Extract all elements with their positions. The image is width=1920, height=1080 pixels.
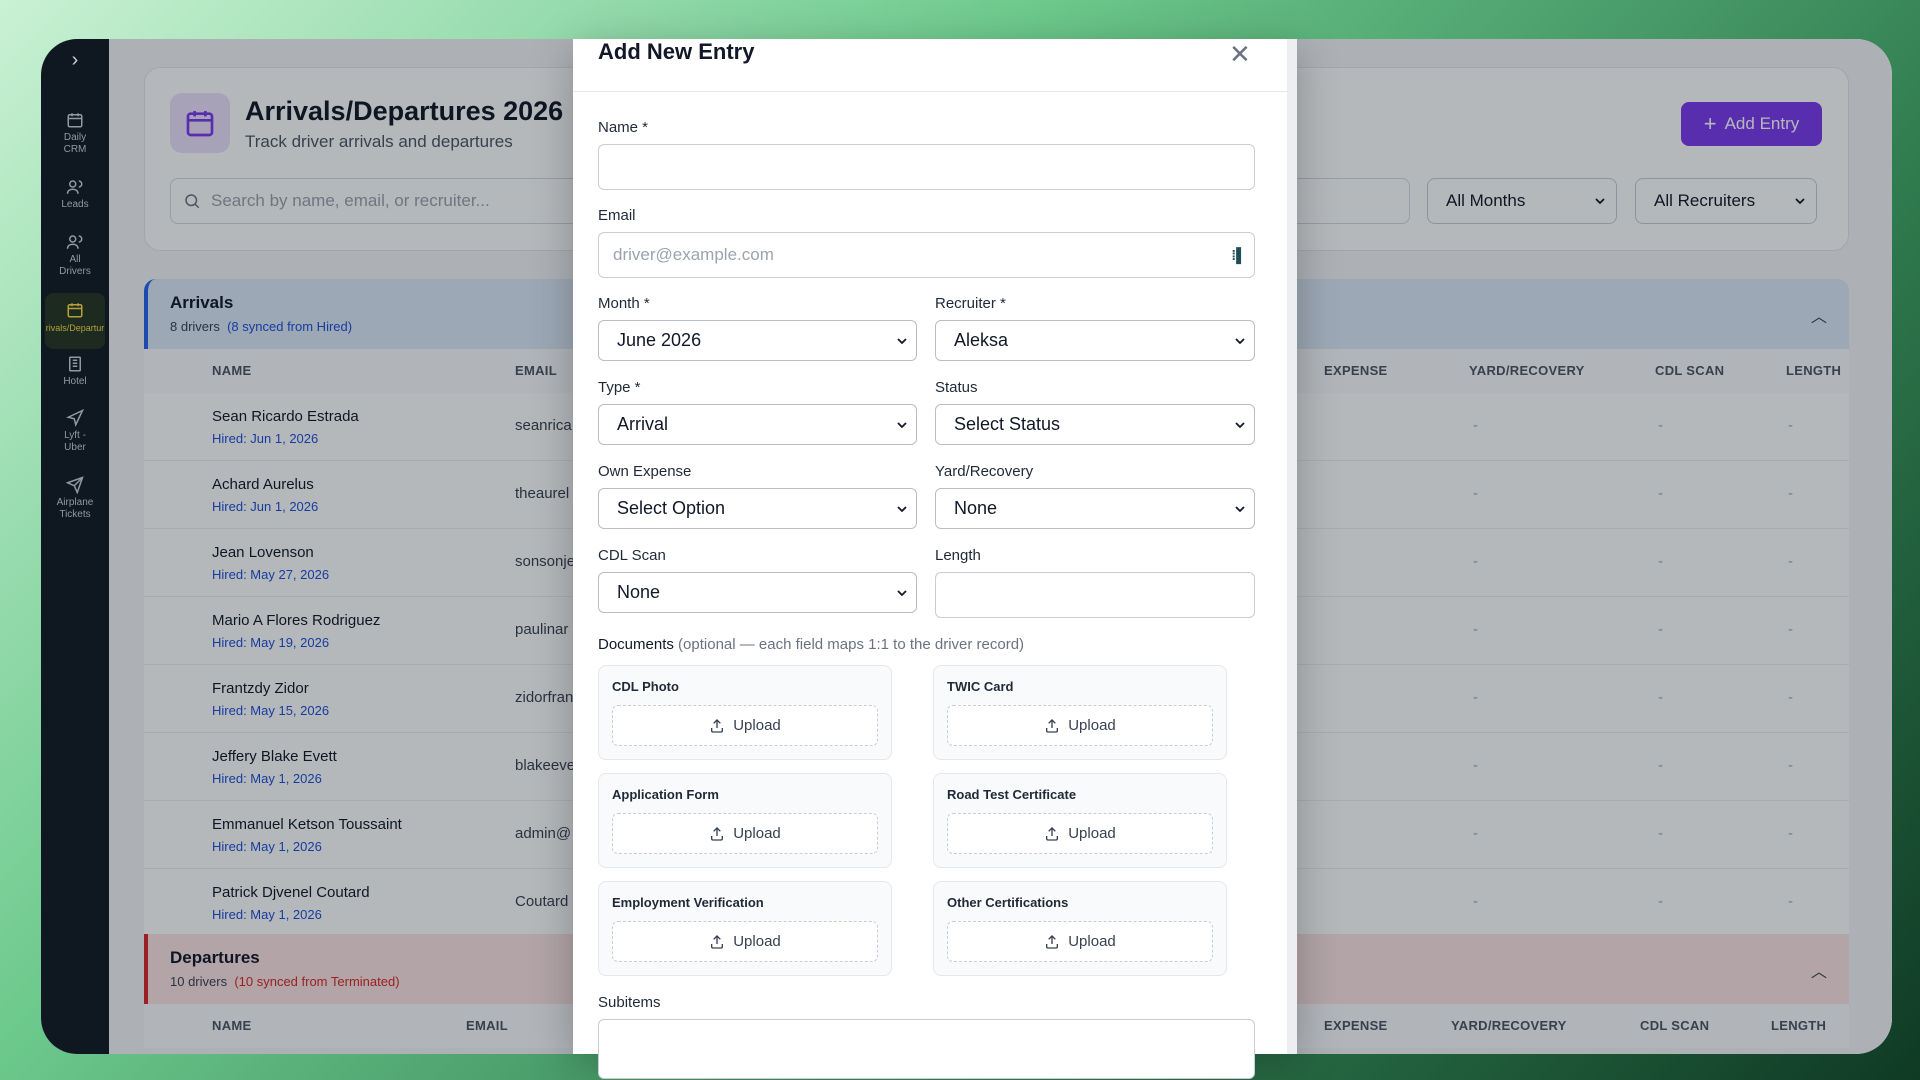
upload-icon [711, 934, 724, 949]
document-title: CDL Photo [612, 679, 679, 694]
upload-label: Upload [1068, 825, 1116, 842]
sidebar-item-label: rivals/Departur [45, 323, 105, 333]
documents-label: Documents [598, 636, 674, 653]
document-card: Application Form Upload [598, 773, 892, 868]
document-title: TWIC Card [947, 679, 1014, 694]
close-icon[interactable]: ✕ [1229, 39, 1251, 70]
subitems-field[interactable] [598, 1019, 1255, 1079]
document-title: Other Certifications [947, 895, 1069, 910]
upload-label: Upload [733, 933, 781, 950]
chevron-down-icon [897, 589, 907, 596]
modal-scrollbar[interactable] [1287, 39, 1297, 1054]
document-card: TWIC Card Upload [933, 665, 1227, 760]
cdl-scan-select[interactable]: None [598, 572, 917, 613]
status-select[interactable]: Select Status [935, 404, 1255, 445]
upload-icon [711, 718, 724, 733]
documents-heading: Documents (optional — each field maps 1:… [598, 636, 1024, 653]
navigation-icon [66, 409, 84, 427]
email-field[interactable]: driver@example.com ⁞▌ [598, 232, 1255, 278]
document-card: Road Test Certificate Upload [933, 773, 1227, 868]
chevron-down-icon [1235, 505, 1245, 512]
own-expense-value: Select Option [617, 498, 726, 518]
document-card: Other Certifications Upload [933, 881, 1227, 976]
own-expense-select[interactable]: Select Option [598, 488, 917, 529]
yard-recovery-value: None [954, 498, 998, 518]
sidebar-item-label: Daily CRM [63, 132, 87, 155]
sidebar-item-label: Hotel [63, 376, 87, 387]
upload-label: Upload [733, 825, 781, 842]
cdl-scan-value: None [617, 582, 661, 602]
sidebar-item-label: Leads [61, 199, 89, 210]
chevron-down-icon [897, 421, 907, 428]
sidebar-item-label: Lyft - Uber [64, 430, 86, 453]
recruiter-select[interactable]: Aleksa [935, 320, 1255, 361]
status-value: Select Status [954, 414, 1061, 434]
building-icon [69, 356, 81, 372]
sidebar: › Daily CRM Leads All Drivers rivals/Depar… [41, 39, 109, 1054]
sidebar-item-airplane-tickets[interactable]: Airplane Tickets [41, 476, 109, 521]
chevron-down-icon [897, 337, 907, 344]
sidebar-item-hotel[interactable]: Hotel [41, 355, 109, 388]
yard-recovery-label: Yard/Recovery [935, 463, 1034, 480]
recruiter-value: Aleksa [954, 330, 1009, 350]
month-value: June 2026 [617, 330, 702, 350]
modal-title: Add New Entry [598, 39, 755, 64]
upload-button[interactable]: Upload [612, 705, 878, 746]
document-title: Road Test Certificate [947, 787, 1077, 802]
upload-label: Upload [1068, 933, 1116, 950]
upload-button[interactable]: Upload [612, 921, 878, 962]
sidebar-item-leads[interactable]: Leads [41, 178, 109, 211]
yard-recovery-select[interactable]: None [935, 488, 1255, 529]
chevron-down-icon [897, 505, 907, 512]
document-title: Employment Verification [612, 895, 764, 910]
type-value: Arrival [617, 414, 669, 434]
password-manager-icon[interactable]: ⁞▌ [1231, 247, 1246, 263]
length-label: Length [935, 547, 981, 564]
email-label: Email [598, 207, 636, 224]
sidebar-item-all-drivers[interactable]: All Drivers [41, 233, 109, 278]
documents-note: (optional — each field maps 1:1 to the d… [678, 636, 1025, 653]
send-icon [66, 476, 84, 494]
subitems-label: Subitems [598, 994, 661, 1011]
upload-button[interactable]: Upload [947, 705, 1213, 746]
upload-label: Upload [1068, 717, 1116, 734]
sidebar-toggle-button[interactable]: › [41, 49, 109, 72]
type-select[interactable]: Arrival [598, 404, 917, 445]
name-field[interactable] [598, 144, 1255, 190]
users-icon [66, 180, 83, 194]
document-card: CDL Photo Upload [598, 665, 892, 760]
upload-icon [1046, 826, 1059, 841]
status-label: Status [935, 379, 978, 396]
upload-label: Upload [733, 717, 781, 734]
calendar-icon [67, 303, 83, 318]
sidebar-item-label: All Drivers [59, 254, 91, 277]
upload-icon [1046, 934, 1059, 949]
own-expense-label: Own Expense [598, 463, 692, 480]
sidebar-item-arrivals-departures[interactable]: rivals/Departur [45, 293, 105, 349]
calendar-icon [67, 113, 83, 128]
upload-button[interactable]: Upload [612, 813, 878, 854]
sidebar-item-daily-crm[interactable]: Daily CRM [41, 111, 109, 156]
cdl-scan-label: CDL Scan [598, 547, 666, 564]
upload-icon [1046, 718, 1059, 733]
sidebar-item-lyft-uber[interactable]: Lyft - Uber [41, 409, 109, 454]
recruiter-label: Recruiter * [935, 295, 1006, 312]
document-card: Employment Verification Upload [598, 881, 892, 976]
name-label: Name * [598, 119, 649, 136]
email-placeholder: driver@example.com [613, 245, 774, 264]
chevron-down-icon [1235, 337, 1245, 344]
sidebar-item-label: Airplane Tickets [56, 497, 94, 520]
upload-icon [711, 826, 724, 841]
users-icon [66, 235, 83, 249]
chevron-down-icon [1235, 421, 1245, 428]
length-field[interactable] [935, 572, 1255, 618]
month-label: Month * [598, 295, 650, 312]
upload-button[interactable]: Upload [947, 813, 1213, 854]
upload-button[interactable]: Upload [947, 921, 1213, 962]
modal-divider [573, 91, 1287, 92]
document-title: Application Form [612, 787, 719, 802]
type-label: Type * [598, 379, 641, 396]
add-entry-modal: Add New Entry ✕ Name * Email driver@exam… [573, 39, 1297, 1079]
month-select[interactable]: June 2026 [598, 320, 917, 361]
